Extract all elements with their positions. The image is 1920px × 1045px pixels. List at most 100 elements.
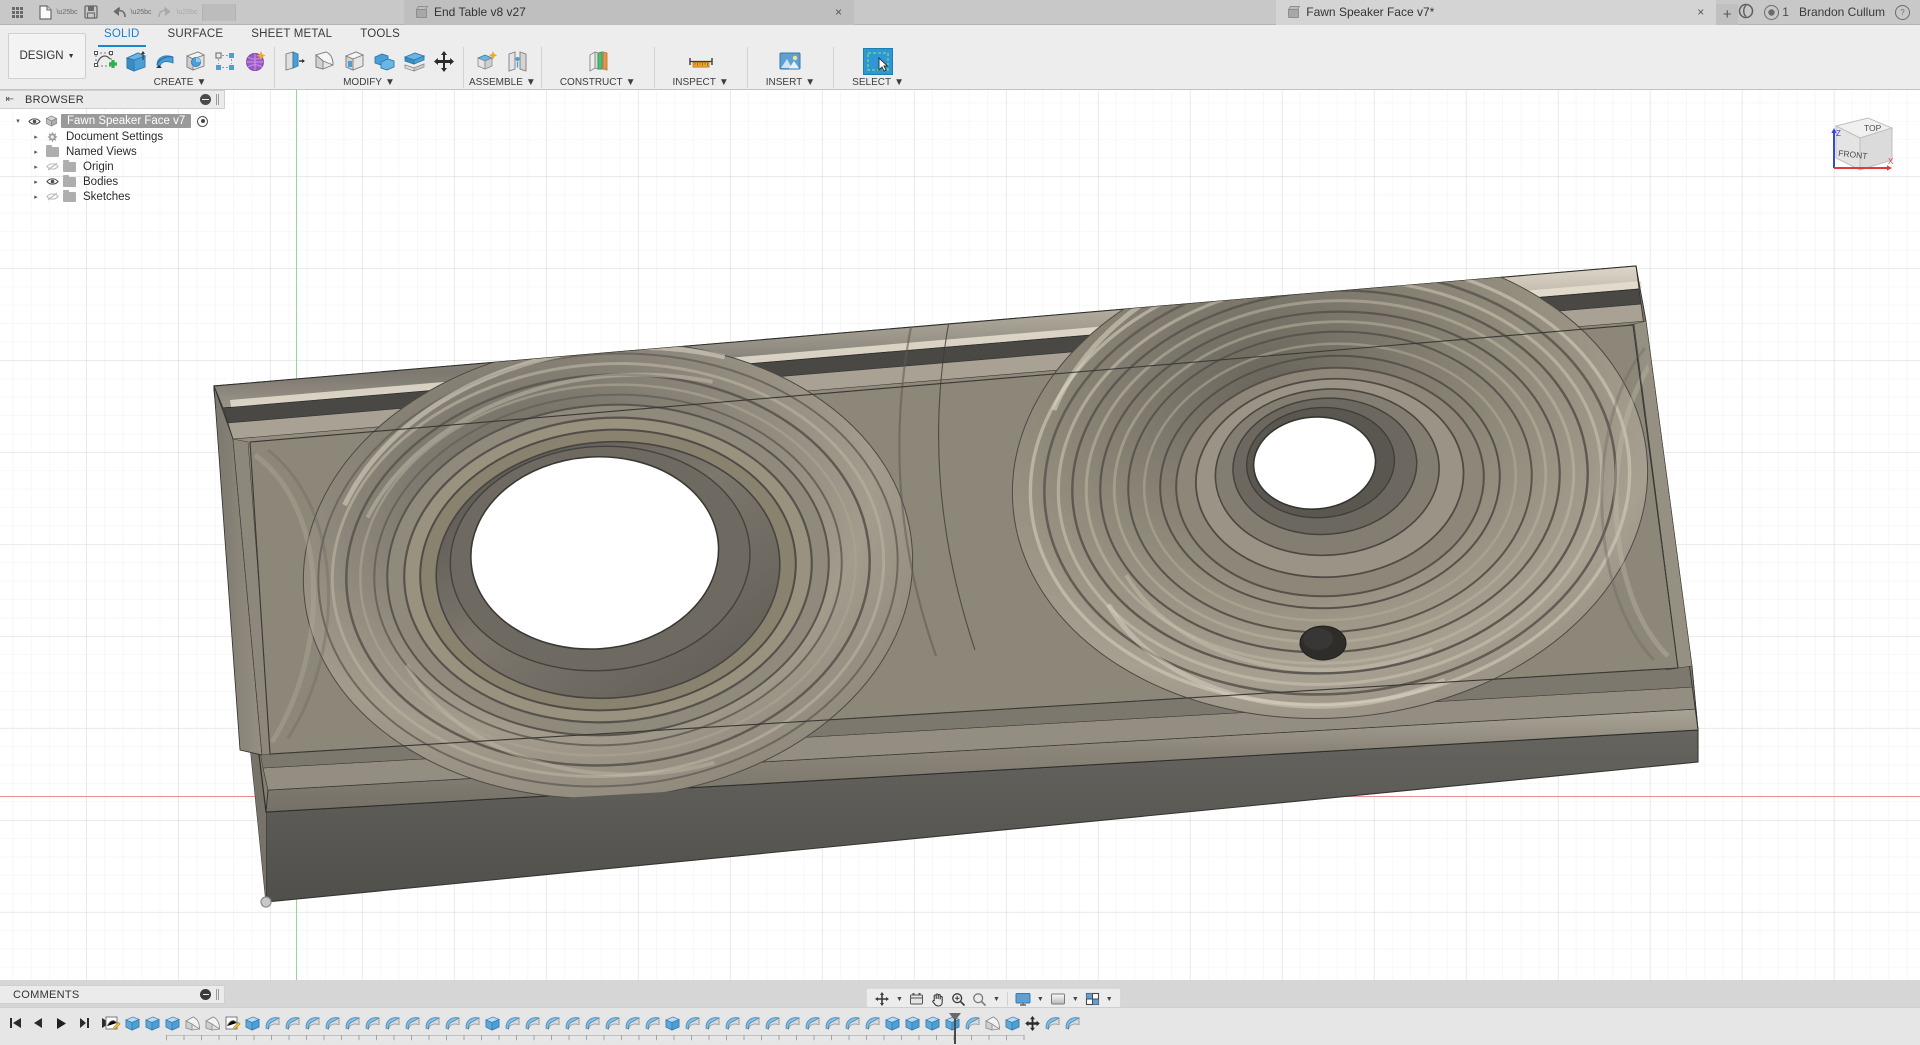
grid-caret-icon[interactable]: ▼ [1104,989,1115,1009]
timeline-feature-extrude[interactable] [1002,1011,1022,1035]
panel-resize-grip[interactable] [216,94,220,105]
timeline-feature-revolve[interactable] [462,1011,482,1035]
panel-label-construct[interactable]: CONSTRUCT ▼ [560,77,636,88]
expand-arrow-icon[interactable]: ▾ [12,117,24,125]
tab-tools[interactable]: TOOLS [346,25,414,45]
visibility-eye-icon[interactable] [27,117,41,126]
redo-icon[interactable] [152,1,178,23]
new-component-icon[interactable] [473,48,501,74]
timeline-feature-sketch[interactable] [102,1011,122,1035]
panel-label-modify[interactable]: MODIFY ▼ [343,77,395,88]
pan-icon[interactable] [928,989,947,1009]
timeline-feature-revolve[interactable] [322,1011,342,1035]
create-sketch-icon[interactable] [91,48,119,74]
timeline-feature-revolve[interactable] [502,1011,522,1035]
press-pull-icon[interactable] [280,48,308,74]
comments-options-icon[interactable] [200,989,211,1000]
data-panel-icon[interactable] [1738,3,1754,22]
timeline-feature-revolve[interactable] [602,1011,622,1035]
shell-icon[interactable] [340,48,368,74]
viewport-canvas[interactable]: TOP FRONT Z X [0,90,1920,980]
fillet-icon[interactable] [310,48,338,74]
timeline-feature-revolve[interactable] [582,1011,602,1035]
panel-label-select[interactable]: SELECT ▼ [852,77,904,88]
apps-grid-icon[interactable] [4,1,30,23]
tree-node-document-settings[interactable]: ▸ Document Settings [0,129,225,144]
zoom-icon[interactable] [949,989,968,1009]
timeline-feature-revolve[interactable] [642,1011,662,1035]
tab-solid[interactable]: SOLID [90,25,154,45]
panel-label-assemble[interactable]: ASSEMBLE ▼ [469,77,536,88]
new-document-tab-button[interactable]: + [1716,4,1738,25]
close-tab-icon[interactable]: × [831,5,846,19]
view-cube[interactable]: TOP FRONT Z X [1810,104,1902,190]
comments-panel-header[interactable]: COMMENTS [0,985,225,1004]
extrude-icon[interactable] [121,48,149,74]
timeline-feature-revolve[interactable] [542,1011,562,1035]
display-settings-icon[interactable] [1013,989,1033,1009]
timeline-feature-revolve[interactable] [422,1011,442,1035]
zoom-caret-icon[interactable]: ▼ [991,989,1002,1009]
look-at-icon[interactable] [907,989,926,1009]
timeline-feature-extrude[interactable] [142,1011,162,1035]
timeline-feature-sketch[interactable] [222,1011,242,1035]
timeline-feature-revolve[interactable] [562,1011,582,1035]
timeline-feature-revolve[interactable] [862,1011,882,1035]
expand-arrow-icon[interactable]: ▸ [30,178,42,186]
tree-node-origin[interactable]: ▸ Origin [0,159,225,174]
select-window-icon[interactable] [863,48,893,75]
visibility-eye-off-icon[interactable] [45,162,59,171]
timeline-feature-extrude[interactable] [482,1011,502,1035]
tab-sheet-metal[interactable]: SHEET METAL [237,25,346,45]
timeline-feature-revolve[interactable] [262,1011,282,1035]
timeline-feature-revolve[interactable] [1042,1011,1062,1035]
timeline-feature-revolve[interactable] [722,1011,742,1035]
timeline-feature-extrude[interactable] [162,1011,182,1035]
timeline-feature-revolve[interactable] [402,1011,422,1035]
timeline-feature-extrude[interactable] [662,1011,682,1035]
move-copy-icon[interactable] [430,48,458,74]
save-icon[interactable] [78,1,104,23]
play-icon[interactable] [54,1016,68,1030]
document-tab-end-table[interactable]: End Table v8 v27 × [404,0,854,25]
visual-caret-icon[interactable]: ▼ [1070,989,1081,1009]
timeline-feature-fillet[interactable] [202,1011,222,1035]
orbit-caret-icon[interactable]: ▼ [894,989,905,1009]
step-forward-icon[interactable] [77,1016,91,1030]
timeline-feature-revolve[interactable] [962,1011,982,1035]
activate-component-radio[interactable] [197,116,208,127]
go-to-beginning-icon[interactable] [8,1016,22,1030]
timeline-feature-fillet[interactable] [982,1011,1002,1035]
timeline-feature-revolve[interactable] [822,1011,842,1035]
visibility-eye-icon[interactable] [45,177,59,186]
tree-node-bodies[interactable]: ▸ Bodies [0,174,225,189]
display-caret-icon[interactable]: ▼ [1035,989,1046,1009]
pattern-icon[interactable] [211,48,239,74]
document-tab-fawn-speaker-face[interactable]: Fawn Speaker Face v7* × [1276,0,1716,25]
timeline-feature-extrude[interactable] [882,1011,902,1035]
sweep-icon[interactable] [181,48,209,74]
joint-icon[interactable] [503,48,531,74]
tree-node-sketches[interactable]: ▸ Sketches [0,189,225,204]
timeline-feature-extrude[interactable] [902,1011,922,1035]
timeline-feature-revolve[interactable] [302,1011,322,1035]
timeline-feature-extrude[interactable] [242,1011,262,1035]
timeline-feature-revolve[interactable] [342,1011,362,1035]
panel-label-insert[interactable]: INSERT ▼ [766,77,815,88]
timeline-feature-move[interactable] [1022,1011,1042,1035]
tab-surface[interactable]: SURFACE [154,25,238,45]
collapse-panel-icon[interactable]: ⇤ [4,94,16,106]
close-tab-icon[interactable]: × [1693,5,1708,19]
combine-icon[interactable] [370,48,398,74]
redo-caret-icon[interactable]: \u25bc [180,1,196,23]
panel-label-create[interactable]: CREATE ▼ [154,77,207,88]
expand-arrow-icon[interactable]: ▸ [30,148,42,156]
revolve-icon[interactable] [151,48,179,74]
user-account-name[interactable]: Brandon Cullum [1799,5,1885,19]
timeline-feature-revolve[interactable] [702,1011,722,1035]
new-file-icon[interactable] [32,1,58,23]
timeline-feature-fillet[interactable] [182,1011,202,1035]
undo-caret-icon[interactable]: \u25bc [134,1,150,23]
orbit-icon[interactable] [872,989,892,1009]
job-status-indicator[interactable]: 1 [1764,5,1789,20]
